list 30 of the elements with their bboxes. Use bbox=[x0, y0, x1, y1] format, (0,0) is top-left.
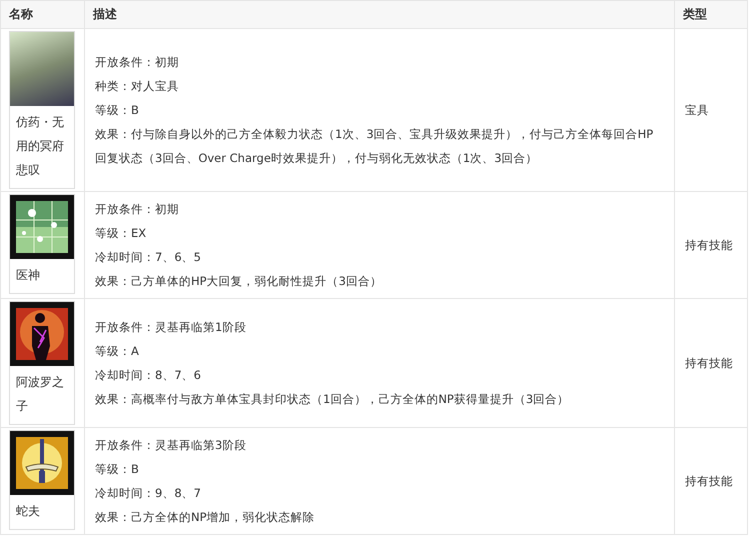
description-line: 开放条件：灵基再临第1阶段 bbox=[95, 319, 248, 336]
description-line: 效果：己方单体的HP大回复，弱化耐性提升（3回合） bbox=[95, 273, 383, 290]
description-line: 开放条件：灵基再临第3阶段 bbox=[95, 437, 248, 454]
sword-icon bbox=[10, 431, 74, 495]
type-text: 持有技能 bbox=[685, 356, 733, 370]
description-line: 冷却时间：7、6、5 bbox=[95, 249, 202, 266]
description-line: 开放条件：初期 bbox=[95, 54, 180, 71]
column-header: 描述 bbox=[84, 0, 674, 28]
description-line: 效果：高概率付与敌方单体宝具封印状态（1回合），己方全体的NP获得量提升（3回合） bbox=[95, 391, 570, 408]
description-line: 等级：B bbox=[95, 461, 140, 478]
description-line: 开放条件：初期 bbox=[95, 201, 180, 218]
name-text: 仿药・无用的冥府悲叹 bbox=[15, 114, 65, 179]
description-line: 冷却时间：8、7、6 bbox=[95, 367, 202, 384]
description-line: 效果：己方全体的NP增加，弱化状态解除 bbox=[95, 509, 316, 526]
type-text: 持有技能 bbox=[685, 238, 733, 252]
column-header: 类型 bbox=[674, 0, 748, 28]
description-line: 等级：B bbox=[95, 102, 140, 119]
type-text: 持有技能 bbox=[685, 474, 733, 488]
column-header: 名称 bbox=[0, 0, 84, 28]
name-text: 阿波罗之子 bbox=[15, 374, 65, 415]
sparkle-icon bbox=[10, 195, 74, 259]
type-text: 宝具 bbox=[685, 102, 709, 116]
description-line: 种类：对人宝具 bbox=[95, 78, 180, 95]
description-line: 等级：EX bbox=[95, 225, 148, 242]
description-line: 等级：A bbox=[95, 343, 140, 360]
figure-icon bbox=[10, 302, 74, 366]
name-text: 蛇夫 bbox=[15, 503, 41, 520]
name-text: 医神 bbox=[15, 267, 41, 284]
description-line: 冷却时间：9、8、7 bbox=[95, 485, 202, 502]
description-line: 效果：付与除自身以外的己方全体毅力状态（1次、3回合、宝具升级效果提升），付与己方全体每回合HP回复状态（3回合、Over Charge时效果提升），付与弱化无效状态（1次、3回合） bbox=[95, 126, 654, 167]
